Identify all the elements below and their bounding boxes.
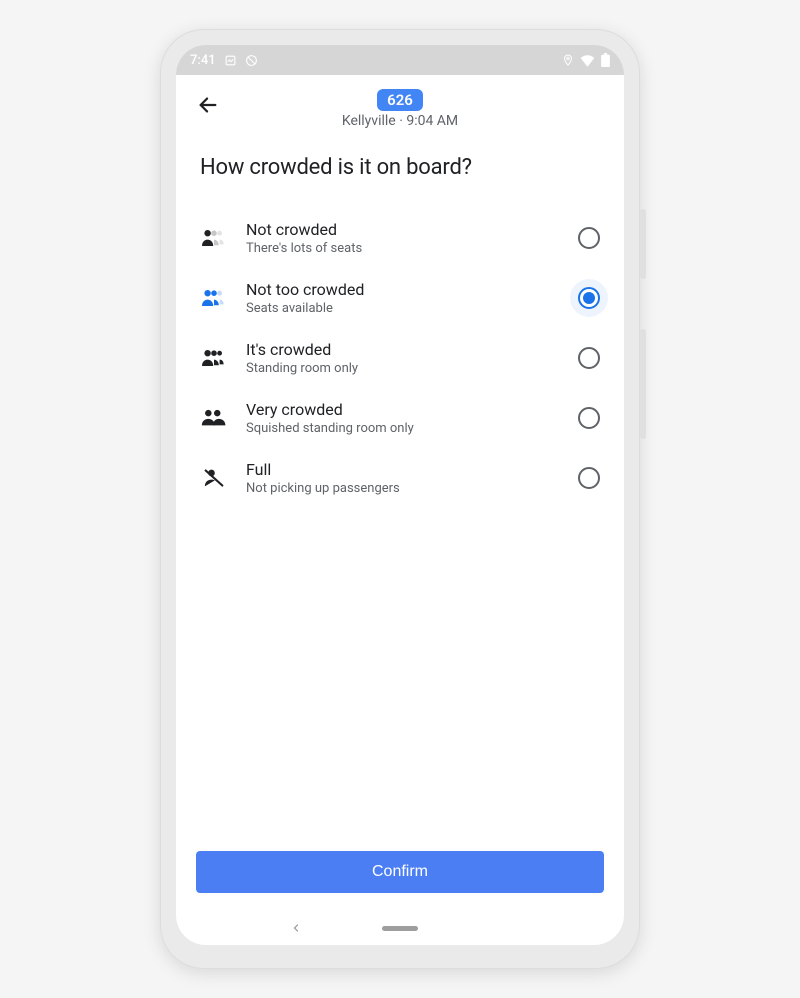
nav-back-button[interactable] <box>290 919 302 938</box>
option-not-too-crowded[interactable]: Not too crowded Seats available <box>200 268 600 328</box>
screen: 7:41 <box>176 45 624 945</box>
confirm-button[interactable]: Confirm <box>196 851 604 893</box>
content-area: How crowded is it on board? Not crowded T… <box>176 135 624 839</box>
option-very-crowded[interactable]: Very crowded Squished standing room only <box>200 388 600 448</box>
nav-home-pill[interactable] <box>382 926 418 931</box>
option-title: Not crowded <box>246 220 560 239</box>
battery-icon <box>601 53 610 67</box>
options-list: Not crowded There's lots of seats Not too … <box>200 208 600 508</box>
option-title: Very crowded <box>246 400 560 419</box>
location-icon <box>562 54 574 66</box>
crowd-level-icon <box>200 348 228 368</box>
option-subtitle: Standing room only <box>246 361 560 376</box>
phone-side-button <box>640 329 646 439</box>
radio-button[interactable] <box>578 467 600 489</box>
radio-button[interactable] <box>578 407 600 429</box>
status-bar: 7:41 <box>176 45 624 75</box>
status-time: 7:41 <box>190 53 216 68</box>
app-bar: 626 Kellyville · 9:04 AM <box>176 75 624 135</box>
option-subtitle: Squished standing room only <box>246 421 560 436</box>
option-not-crowded[interactable]: Not crowded There's lots of seats <box>200 208 600 268</box>
option-title: Full <box>246 460 560 479</box>
system-nav-bar <box>176 911 624 945</box>
back-button[interactable] <box>192 89 224 121</box>
phone-side-button <box>640 209 646 279</box>
crowd-level-icon <box>200 228 228 248</box>
option-subtitle: Not picking up passengers <box>246 481 560 496</box>
screenshot-icon <box>224 54 237 67</box>
footer: Confirm <box>176 839 624 911</box>
option-full[interactable]: Full Not picking up passengers <box>200 448 600 508</box>
arrow-left-icon <box>197 94 219 116</box>
crowd-level-icon <box>200 288 228 308</box>
radio-button[interactable] <box>578 227 600 249</box>
radio-button[interactable] <box>578 347 600 369</box>
route-chip: 626 <box>377 89 423 111</box>
phone-frame: 7:41 <box>160 29 640 969</box>
crowd-level-icon <box>200 468 228 488</box>
wifi-icon <box>580 54 595 67</box>
option-title: It's crowded <box>246 340 560 359</box>
route-subtitle: Kellyville · 9:04 AM <box>342 113 458 129</box>
option-subtitle: Seats available <box>246 301 560 316</box>
option-its-crowded[interactable]: It's crowded Standing room only <box>200 328 600 388</box>
question-heading: How crowded is it on board? <box>200 155 600 180</box>
crowd-level-icon <box>200 408 228 428</box>
option-title: Not too crowded <box>246 280 560 299</box>
option-subtitle: There's lots of seats <box>246 241 560 256</box>
radio-button[interactable] <box>578 287 600 309</box>
do-not-disturb-icon <box>245 54 258 67</box>
